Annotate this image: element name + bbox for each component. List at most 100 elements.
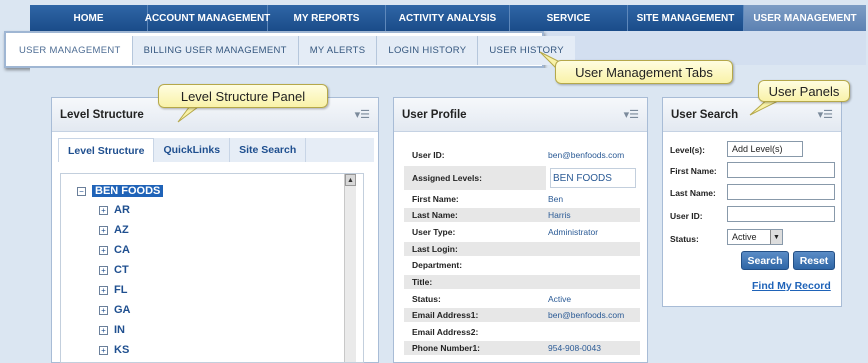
user-profile-header: User Profile ▾☰ <box>394 98 647 132</box>
profile-label: Last Login: <box>404 242 546 256</box>
collapse-icon[interactable]: − <box>77 186 86 196</box>
expand-icon[interactable]: + <box>99 265 108 275</box>
tree-node-label: CT <box>114 264 129 276</box>
nav-my-reports[interactable]: MY REPORTS <box>268 5 386 31</box>
profile-row: Phone Number1: 954-908-0043 <box>404 341 640 355</box>
tab-my-alerts[interactable]: MY ALERTS <box>298 36 378 65</box>
panel-title: Level Structure <box>60 108 144 121</box>
profile-label: Phone Number1: <box>404 341 546 355</box>
panel-title: User Search <box>671 108 739 121</box>
profile-value <box>546 325 640 339</box>
profile-row: Email Address1: ben@benfoods.com <box>404 308 640 322</box>
panel-menu-icon[interactable]: ▾☰ <box>624 108 639 121</box>
profile-row: Department: <box>404 258 640 272</box>
profile-label: Last Name: <box>404 208 546 222</box>
user-id-label: User ID: <box>670 211 703 221</box>
tree-node[interactable]: + IN <box>99 324 125 336</box>
expand-icon[interactable]: + <box>99 325 108 335</box>
tab-quicklinks[interactable]: QuickLinks <box>154 138 231 162</box>
expand-icon[interactable]: + <box>99 225 108 235</box>
tree-node[interactable]: + FL <box>99 284 127 296</box>
profile-value <box>546 275 640 289</box>
panel-menu-icon[interactable]: ▾☰ <box>818 108 833 121</box>
profile-value: 954-908-0043 <box>546 341 640 355</box>
user-search-header: User Search ▾☰ <box>663 98 841 132</box>
chevron-down-icon[interactable]: ▼ <box>770 230 782 244</box>
status-label: Status: <box>670 234 699 244</box>
profile-value: Ben <box>548 194 564 204</box>
tree-node[interactable]: + AZ <box>99 224 129 236</box>
last-name-input[interactable] <box>727 184 835 200</box>
tree-root-label: BEN FOODS <box>92 185 164 197</box>
assigned-levels-value: BEN FOODS <box>550 168 636 188</box>
expand-icon[interactable]: + <box>99 285 108 295</box>
level-structure-panel: Level Structure ▾☰ Level Structure Quick… <box>51 97 379 363</box>
tree-node-label: FL <box>114 284 128 296</box>
profile-row: User Type: Administrator <box>404 225 640 239</box>
user-management-tabs: USER MANAGEMENT BILLING USER MANAGEMENT … <box>4 31 575 68</box>
level-tree: − BEN FOODS + AR + AZ + CA + CT + FL + GA + IN … <box>60 173 364 363</box>
user-id-input[interactable] <box>727 206 835 222</box>
status-select-value: Active <box>732 232 757 242</box>
callout-level-structure-panel: Level Structure Panel <box>158 84 328 108</box>
tree-node[interactable]: + CT <box>99 264 129 276</box>
profile-value <box>546 242 640 256</box>
tab-billing-user-management[interactable]: BILLING USER MANAGEMENT <box>132 36 299 65</box>
profile-row: User ID: ben@benfoods.com <box>404 148 640 162</box>
search-button[interactable]: Search <box>741 251 789 270</box>
profile-label: Email Address1: <box>404 308 546 322</box>
last-name-label: Last Name: <box>670 188 716 198</box>
scroll-up-icon[interactable]: ▲ <box>345 174 356 186</box>
nav-home[interactable]: HOME <box>30 5 148 31</box>
panel-menu-icon[interactable]: ▾☰ <box>355 108 370 121</box>
tree-node-label: CA <box>114 244 130 256</box>
profile-label: User ID: <box>412 150 445 160</box>
tree-node[interactable]: + KS <box>99 344 129 356</box>
profile-value <box>546 258 640 272</box>
tab-login-history[interactable]: LOGIN HISTORY <box>377 36 479 65</box>
status-select[interactable]: Active ▼ <box>727 229 783 245</box>
tree-root[interactable]: − BEN FOODS <box>77 185 164 197</box>
nav-account-management[interactable]: ACCOUNT MANAGEMENT <box>145 5 270 31</box>
expand-icon[interactable]: + <box>99 205 108 215</box>
tree-node[interactable]: + CA <box>99 244 130 256</box>
levels-input[interactable]: Add Level(s) <box>727 141 803 157</box>
expand-icon[interactable]: + <box>99 305 108 315</box>
profile-label: Title: <box>404 275 546 289</box>
first-name-input[interactable] <box>727 162 835 178</box>
tree-scrollbar[interactable]: ▲ <box>344 174 356 362</box>
profile-row: Last Name: Harris <box>404 208 640 222</box>
profile-label: Assigned Levels: <box>404 166 546 190</box>
panel-title: User Profile <box>402 108 467 121</box>
tree-node-label: KS <box>114 344 130 356</box>
nav-service[interactable]: SERVICE <box>510 5 628 31</box>
nav-user-management[interactable]: USER MANAGEMENT <box>744 5 866 31</box>
reset-button[interactable]: Reset <box>793 251 835 270</box>
profile-row: First Name: Ben <box>404 192 640 206</box>
tab-level-structure[interactable]: Level Structure <box>58 138 155 162</box>
user-profile-panel: User Profile ▾☰ User ID: ben@benfoods.com… <box>393 97 648 363</box>
first-name-label: First Name: <box>670 166 717 176</box>
tree-node[interactable]: + GA <box>99 304 131 316</box>
tree-node-label: AZ <box>114 224 129 236</box>
levels-label: Level(s): <box>670 145 705 155</box>
profile-value: ben@benfoods.com <box>548 150 625 160</box>
tree-node-label: AR <box>114 204 130 216</box>
callout-user-panels: User Panels <box>758 80 850 102</box>
profile-label: Status: <box>412 294 441 304</box>
profile-value: Administrator <box>548 227 599 237</box>
level-structure-tabs: Level Structure QuickLinks Site Search <box>58 138 374 162</box>
tree-node[interactable]: + AR <box>99 204 130 216</box>
nav-activity-analysis[interactable]: ACTIVITY ANALYSIS <box>386 5 510 31</box>
expand-icon[interactable]: + <box>99 245 108 255</box>
profile-value: Harris <box>546 208 640 222</box>
profile-row: Status: Active <box>404 292 640 306</box>
expand-icon[interactable]: + <box>99 345 108 355</box>
user-search-panel: User Search ▾☰ Level(s): Add Level(s) Fi… <box>662 97 842 307</box>
nav-site-management[interactable]: SITE MANAGEMENT <box>628 5 744 31</box>
tab-site-search[interactable]: Site Search <box>230 138 307 162</box>
tab-user-management[interactable]: USER MANAGEMENT <box>8 36 133 65</box>
profile-label: Department: <box>412 260 463 270</box>
app-frame: HOME ACCOUNT MANAGEMENT MY REPORTS ACTIV… <box>0 0 868 363</box>
find-my-record-link[interactable]: Find My Record <box>752 280 831 292</box>
